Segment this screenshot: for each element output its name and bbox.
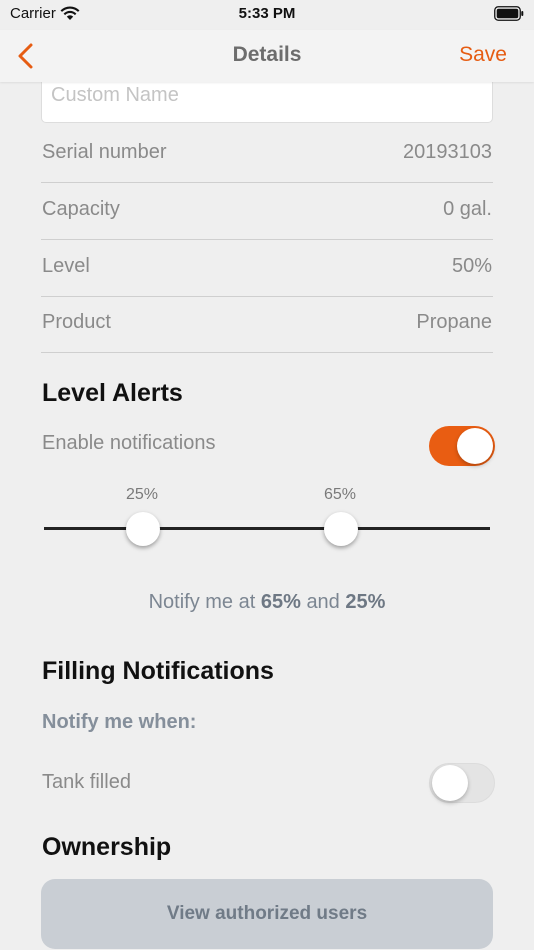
capacity-label: Capacity bbox=[42, 198, 120, 220]
save-button[interactable]: Save bbox=[459, 43, 507, 67]
ownership-title: Ownership bbox=[42, 833, 172, 861]
info-row-level: Level 50% bbox=[41, 240, 493, 297]
serial-number-value: 20193103 bbox=[403, 141, 492, 163]
enable-notifications-label: Enable notifications bbox=[42, 432, 216, 454]
level-label: Level bbox=[42, 255, 90, 277]
view-authorized-users-button[interactable]: View authorized users bbox=[41, 879, 493, 949]
slider-low-thumb[interactable] bbox=[126, 512, 160, 546]
slider-high-value: 65% bbox=[323, 486, 357, 503]
level-alerts-title: Level Alerts bbox=[42, 379, 183, 407]
slider-high-thumb[interactable] bbox=[324, 512, 358, 546]
filling-notifications-title: Filling Notifications bbox=[42, 657, 274, 685]
product-value: Propane bbox=[416, 311, 492, 333]
info-row-serial-number: Serial number 20193103 bbox=[41, 126, 493, 183]
slider-low-value: 25% bbox=[125, 486, 159, 503]
custom-name-placeholder: Custom Name bbox=[51, 84, 179, 106]
summary-and: and bbox=[306, 591, 340, 613]
navigation-bar: Details Save bbox=[0, 30, 534, 82]
battery-icon bbox=[494, 6, 524, 25]
product-label: Product bbox=[42, 311, 111, 333]
notify-summary: Notify me at 65% and 25% bbox=[0, 591, 534, 614]
tank-filled-label: Tank filled bbox=[42, 771, 131, 793]
status-time: 5:33 PM bbox=[238, 5, 296, 22]
summary-low-value: 25% bbox=[345, 591, 386, 613]
level-range-slider-track[interactable] bbox=[44, 527, 490, 530]
toggle-knob bbox=[432, 765, 468, 801]
capacity-value: 0 gal. bbox=[443, 198, 492, 220]
notify-me-when-heading: Notify me when: bbox=[42, 711, 197, 733]
serial-number-label: Serial number bbox=[42, 141, 167, 163]
toggle-knob bbox=[457, 428, 493, 464]
summary-high-value: 65% bbox=[260, 591, 301, 613]
summary-prefix: Notify me at bbox=[148, 591, 256, 613]
status-bar: Carrier 5:33 PM bbox=[0, 0, 534, 30]
info-row-product: Product Propane bbox=[41, 296, 493, 353]
info-row-capacity: Capacity 0 gal. bbox=[41, 183, 493, 240]
tank-filled-toggle[interactable] bbox=[429, 763, 495, 803]
enable-notifications-toggle[interactable] bbox=[429, 426, 495, 466]
level-value: 50% bbox=[451, 255, 492, 277]
page-title: Details bbox=[232, 43, 302, 66]
